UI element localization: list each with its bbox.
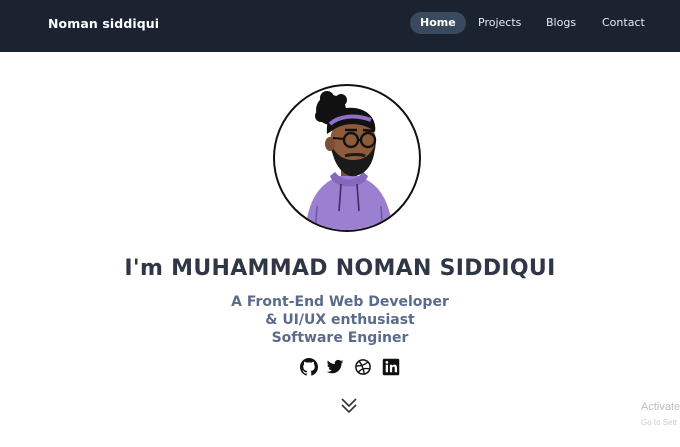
tagline-line-3: Software Enginer: [271, 330, 409, 346]
navbar: Noman siddiqui Home Projects Blogs Conta…: [0, 0, 680, 52]
linkedin-icon[interactable]: [382, 358, 400, 376]
chevron-double-down-icon[interactable]: [339, 396, 359, 416]
dribbble-icon[interactable]: [354, 358, 372, 376]
nav-projects[interactable]: Projects: [478, 12, 521, 34]
hero-title: I'm MUHAMMAD NOMAN SIDDIQUI: [124, 256, 556, 281]
activation-watermark-title: Activate: [641, 401, 680, 413]
twitter-icon[interactable]: [326, 358, 344, 376]
activation-watermark-subtitle: Go to Sett: [641, 418, 678, 427]
brand-name[interactable]: Noman siddiqui: [48, 16, 159, 31]
nav-contact[interactable]: Contact: [602, 12, 645, 34]
avatar: [273, 84, 421, 232]
nav-blogs[interactable]: Blogs: [546, 12, 576, 34]
social-links: [298, 358, 402, 378]
nav-home[interactable]: Home: [410, 12, 466, 34]
tagline-line-2: & UI/UX enthusiast: [265, 312, 415, 328]
developer-avatar-illustration: [305, 91, 393, 230]
github-icon[interactable]: [300, 358, 318, 376]
tagline-line-1: A Front-End Web Developer: [231, 294, 449, 310]
